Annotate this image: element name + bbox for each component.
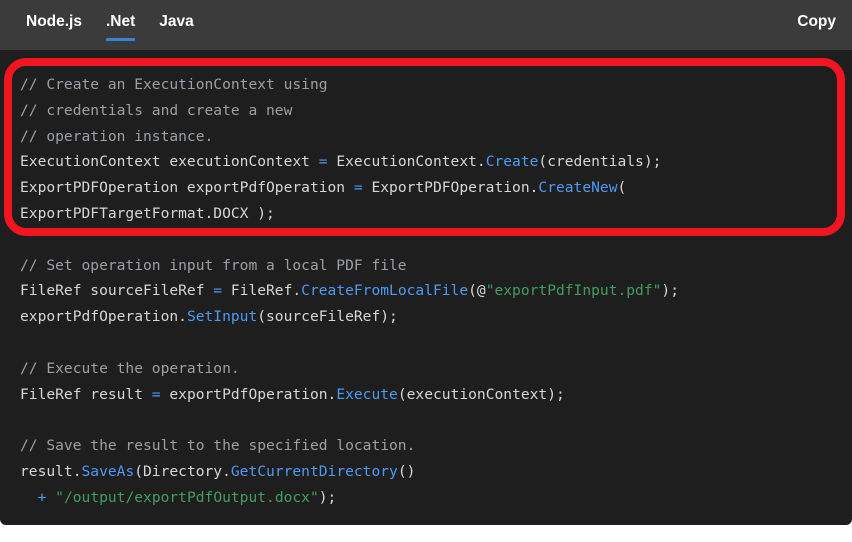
code-token: = [353, 179, 363, 197]
code-token: FileRef sourceFileRef [20, 282, 214, 300]
code-line: // Save the result to the specified loca… [20, 433, 852, 459]
code-token: = [151, 385, 161, 403]
code-token: ExportPDFOperation. [362, 179, 539, 197]
code-token: = [213, 282, 223, 300]
code-token: ( [617, 179, 627, 197]
code-line: result.SaveAs(Directory.GetCurrentDirect… [20, 459, 852, 485]
copy-button[interactable]: Copy [793, 12, 840, 32]
code-token: FileRef. [222, 282, 302, 300]
code-token: exportPdfOperation. [20, 308, 187, 326]
language-tab-node-js[interactable]: Node.js [14, 0, 94, 32]
code-token: // Execute the operation. [20, 359, 240, 377]
code-token: // Set operation input from a local PDF … [20, 256, 407, 274]
code-token: ExportPDFTargetFormat.DOCX ); [20, 204, 275, 222]
code-token: ExportPDFOperation exportPdfOperation [20, 179, 354, 197]
code-line: ExportPDFTargetFormat.DOCX ); [20, 201, 852, 227]
code-token: Create [485, 153, 539, 171]
code-token: "exportPdfInput.pdf" [485, 282, 662, 300]
code-line: // Set operation input from a local PDF … [20, 253, 852, 279]
code-token: (sourceFileRef); [257, 308, 398, 326]
language-tab-list: Node.js .Net Java [0, 0, 206, 50]
code-line: // Create an ExecutionContext using [20, 72, 852, 98]
code-token: CreateFromLocalFile [301, 282, 469, 300]
code-line: // Execute the operation. [20, 356, 852, 382]
code-token: result. [20, 462, 82, 480]
language-tab-java[interactable]: Java [147, 0, 205, 32]
code-token: (Directory. [134, 462, 231, 480]
code-token: // credentials and create a new [20, 101, 293, 119]
language-tab-net[interactable]: .Net [94, 0, 147, 41]
code-line: FileRef sourceFileRef = FileRef.CreateFr… [20, 278, 852, 304]
code-sample-widget: Node.js .Net Java Copy // Create an Execut… [0, 0, 852, 542]
code-token: Execute [336, 385, 398, 403]
code-line: FileRef result = exportPdfOperation.Exec… [20, 382, 852, 408]
code-token: (credentials); [538, 153, 662, 171]
code-sample-header: Node.js .Net Java Copy [0, 0, 852, 50]
code-token: CreateNew [538, 179, 618, 197]
code-token: // operation instance. [20, 127, 214, 145]
code-line: ExecutionContext executionContext = Exec… [20, 149, 852, 175]
code-token: ExecutionContext. [327, 153, 486, 171]
code-token: ); [661, 282, 679, 300]
code-line: // credentials and create a new [20, 98, 852, 124]
code-token: GetCurrentDirectory [230, 462, 398, 480]
code-line: exportPdfOperation.SetInput(sourceFileRe… [20, 304, 852, 330]
code-token: (executionContext); [397, 385, 565, 403]
code-token: "/output/exportPdfOutput.docx" [55, 488, 319, 506]
code-line: ExportPDFOperation exportPdfOperation = … [20, 175, 852, 201]
code-line: // operation instance. [20, 124, 852, 150]
code-token: = [318, 153, 328, 171]
code-token: // Create an ExecutionContext using [20, 76, 328, 93]
code-token: (@ [468, 282, 486, 300]
code-token: FileRef result [20, 385, 152, 403]
code-token: SetInput [186, 308, 258, 326]
code-token: ExecutionContext executionContext [20, 153, 319, 171]
code-token: // Save the result to the specified loca… [20, 437, 416, 455]
code-token: ); [318, 488, 337, 506]
code-token: () [397, 462, 416, 480]
code-token: exportPdfOperation. [160, 385, 337, 403]
code-token: SaveAs [81, 462, 135, 480]
code-content: // Create an ExecutionContext using // cr… [0, 50, 852, 511]
code-line: + "/output/exportPdfOutput.docx"); [20, 485, 852, 511]
code-block-panel[interactable]: // Create an ExecutionContext using // cr… [0, 50, 852, 525]
